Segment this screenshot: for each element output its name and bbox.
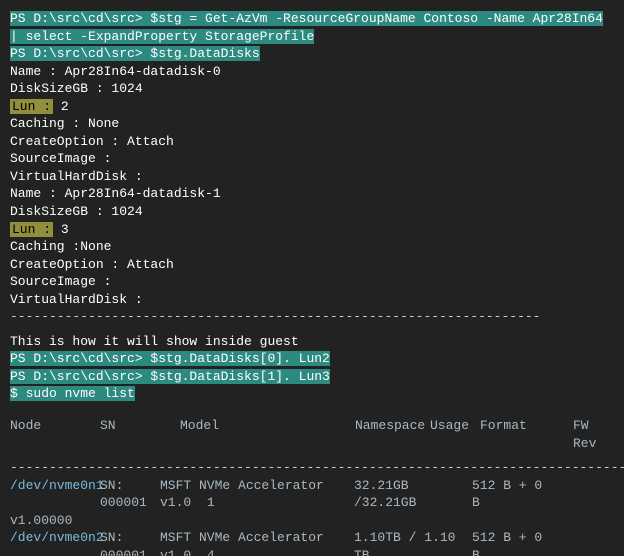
- disk0-vhd: VirtualHardDisk :: [10, 169, 143, 184]
- disk0-size: DiskSizeGB : 1024: [10, 81, 143, 96]
- disk1-size: DiskSizeGB : 1024: [10, 204, 143, 219]
- disk1-lun-value: 3: [61, 222, 69, 237]
- disk1-sourceimage: SourceImage :: [10, 274, 111, 289]
- nvme-usage: 1.10TB / 1.10 TB: [354, 529, 472, 556]
- nvme-device: /dev/nvme0n1: [10, 477, 100, 512]
- header-usage: Usage: [430, 417, 480, 452]
- nvme-model: MSFT NVMe Accelerator v1.0 4: [160, 529, 354, 556]
- shell-command-nvme-list[interactable]: $ sudo nvme list: [10, 386, 135, 401]
- disk0-caching: Caching : None: [10, 116, 119, 131]
- nvme-sn: SN: 000001: [100, 529, 160, 556]
- ps-command-lun1[interactable]: PS D:\src\cd\src> $stg.DataDisks[1]. Lun…: [10, 369, 330, 384]
- header-sn: SN: [100, 417, 180, 452]
- nvme-device: /dev/nvme0n2: [10, 529, 100, 556]
- nvme-fw: v1.00000: [10, 512, 72, 530]
- disk0-lun-label: Lun :: [10, 99, 53, 114]
- divider-1: ----------------------------------------…: [10, 309, 541, 324]
- nvme-table-header: Node SN Model Namespace Usage Format FW …: [10, 417, 614, 452]
- disk0-lun-value: 2: [61, 99, 69, 114]
- disk0-sourceimage: SourceImage :: [10, 151, 111, 166]
- table-row: /dev/nvme0n1 SN: 000001 MSFT NVMe Accele…: [10, 477, 614, 512]
- disk1-vhd: VirtualHardDisk :: [10, 292, 143, 307]
- nvme-format: 512 B + 0 B: [472, 477, 550, 512]
- ps-command-lun0[interactable]: PS D:\src\cd\src> $stg.DataDisks[0]. Lun…: [10, 351, 330, 366]
- disk1-createoption: CreateOption : Attach: [10, 257, 174, 272]
- nvme-sn: SN: 000001: [100, 477, 160, 512]
- ps-command-getazvm[interactable]: PS D:\src\cd\src> $stg = Get-AzVm -Resou…: [10, 11, 603, 44]
- disk1-name: Name : Apr28In64-datadisk-1: [10, 186, 221, 201]
- header-format: Format: [480, 417, 573, 452]
- nvme-format: 512 B + 0 B: [472, 529, 550, 556]
- divider-2: ----------------------------------------…: [10, 460, 624, 475]
- disk0-name: Name : Apr28In64-datadisk-0: [10, 64, 221, 79]
- header-fwrev: FW Rev: [573, 417, 614, 452]
- ps-command-datadisks[interactable]: PS D:\src\cd\src> $stg.DataDisks: [10, 46, 260, 61]
- nvme-usage: 32.21GB /32.21GB: [354, 477, 472, 512]
- table-row: /dev/nvme0n2 SN: 000001 MSFT NVMe Accele…: [10, 529, 614, 556]
- header-namespace: Namespace: [355, 417, 430, 452]
- disk1-caching: Caching :None: [10, 239, 111, 254]
- guest-note: This is how it will show inside guest: [10, 334, 299, 349]
- disk1-lun-label: Lun :: [10, 222, 53, 237]
- header-model: Model: [180, 417, 355, 452]
- nvme-model: MSFT NVMe Accelerator v1.0 1: [160, 477, 354, 512]
- terminal-output: PS D:\src\cd\src> $stg = Get-AzVm -Resou…: [0, 0, 624, 556]
- header-node: Node: [10, 417, 100, 452]
- disk0-createoption: CreateOption : Attach: [10, 134, 174, 149]
- table-row-fw: v1.00000: [10, 512, 614, 530]
